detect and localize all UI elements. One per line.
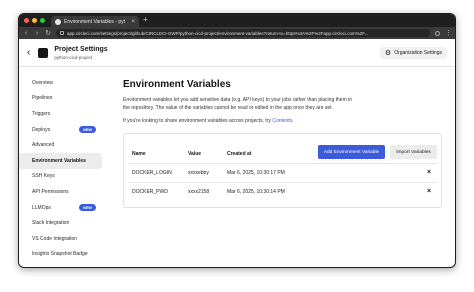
- address-bar[interactable]: app.circleci.com/settings/project/github…: [56, 29, 430, 37]
- row-1-name: DOCKER_LOGIN: [132, 170, 172, 176]
- tab-close-icon[interactable]: ×: [131, 19, 135, 25]
- delete-row-2-icon[interactable]: ×: [427, 188, 431, 195]
- import-variables-button[interactable]: Import Variables: [390, 145, 437, 159]
- sidebar-item-overview[interactable]: Overview: [19, 75, 102, 91]
- sidebar-item-pipelines[interactable]: Pipelines: [19, 91, 102, 107]
- sidebar-item-insights-snapshot-badge[interactable]: Insights Snapshot Badge: [19, 247, 102, 263]
- maximize-window-icon[interactable]: [40, 18, 45, 23]
- new-tab-icon[interactable]: +: [143, 15, 148, 25]
- env-vars-table: Name Value Created at Add Environment Va…: [123, 133, 442, 208]
- browser-tab[interactable]: Environment Variables - pyt ×: [51, 16, 139, 27]
- sidebar-item-deploys[interactable]: Deploys NEW: [19, 122, 102, 138]
- sidebar-item-advanced[interactable]: Advanced: [19, 137, 102, 153]
- row-divider: [128, 163, 437, 164]
- circleci-favicon-icon: [55, 18, 61, 25]
- lock-icon: [60, 31, 64, 35]
- column-header-name: Name: [132, 151, 146, 157]
- tab-title: Environment Variables - pyt: [64, 18, 126, 25]
- organization-settings-button[interactable]: ⚙ Organization Settings: [379, 47, 447, 59]
- sidebar-item-slack-integration[interactable]: Slack Integration: [19, 215, 102, 231]
- url-text: app.circleci.com/settings/project/github…: [67, 30, 369, 36]
- row-divider: [128, 182, 437, 183]
- sidebar-item-ssh-keys[interactable]: SSH Keys: [19, 169, 102, 185]
- close-window-icon[interactable]: [24, 18, 29, 23]
- sidebar-item-environment-variables[interactable]: Environment Variables: [19, 152, 102, 169]
- minimize-window-icon[interactable]: [32, 18, 37, 23]
- description-text: Environment variables let you add sensit…: [123, 97, 353, 111]
- organization-settings-label: Organization Settings: [394, 50, 442, 56]
- profile-icon[interactable]: [435, 30, 440, 36]
- row-2-created: Mar 6, 2025, 10:30:14 PM: [227, 189, 285, 195]
- add-environment-variable-button[interactable]: Add Environment Variable: [318, 145, 385, 159]
- section-title: Environment Variables: [123, 79, 231, 90]
- share-hint: If you're looking to share environment v…: [123, 118, 294, 124]
- delete-row-1-icon[interactable]: ×: [427, 169, 431, 176]
- project-header: ‹ Project Settings python-cicd-project ⚙…: [19, 39, 455, 67]
- project-name: python-cicd-project: [54, 54, 93, 60]
- browser-window: Environment Variables - pyt × + ‹ › ↻ ap…: [18, 13, 456, 268]
- row-2-name: DOCKER_PWD: [132, 189, 168, 195]
- main-content: Environment Variables Environment variab…: [106, 67, 455, 267]
- reload-icon[interactable]: ↻: [45, 30, 51, 37]
- browser-toolbar: ‹ › ↻ app.circleci.com/settings/project/…: [19, 27, 455, 39]
- new-badge: NEW: [79, 126, 96, 134]
- page-title: Project Settings: [54, 45, 108, 53]
- new-badge: NEW: [79, 204, 96, 212]
- back-icon[interactable]: ‹: [23, 30, 29, 37]
- settings-sidebar: Overview Pipelines Triggers Deploys NEW A…: [19, 67, 106, 267]
- sidebar-item-triggers[interactable]: Triggers: [19, 106, 102, 122]
- row-1-value: xxxxebby: [188, 170, 209, 176]
- sidebar-item-llmops[interactable]: LLMOps NEW: [19, 200, 102, 216]
- sidebar-item-api-permissions[interactable]: API Permissions: [19, 184, 102, 200]
- tab-bar: Environment Variables - pyt × +: [19, 14, 455, 27]
- menu-icon[interactable]: ⋮: [445, 30, 452, 37]
- sidebar-item-vs-code-integration[interactable]: VS Code Integration: [19, 231, 102, 247]
- row-2-value: xxxx2158: [188, 189, 210, 195]
- forward-icon[interactable]: ›: [34, 30, 40, 37]
- project-avatar: [38, 47, 49, 58]
- row-1-created: Mar 6, 2025, 10:30:17 PM: [227, 170, 285, 176]
- gear-icon: ⚙: [384, 49, 392, 57]
- back-arrow-icon[interactable]: ‹: [27, 47, 30, 58]
- column-header-created: Created at: [227, 151, 252, 157]
- window-controls: [24, 18, 45, 23]
- column-header-value: Value: [188, 151, 202, 157]
- contexts-link[interactable]: Contexts: [272, 118, 292, 124]
